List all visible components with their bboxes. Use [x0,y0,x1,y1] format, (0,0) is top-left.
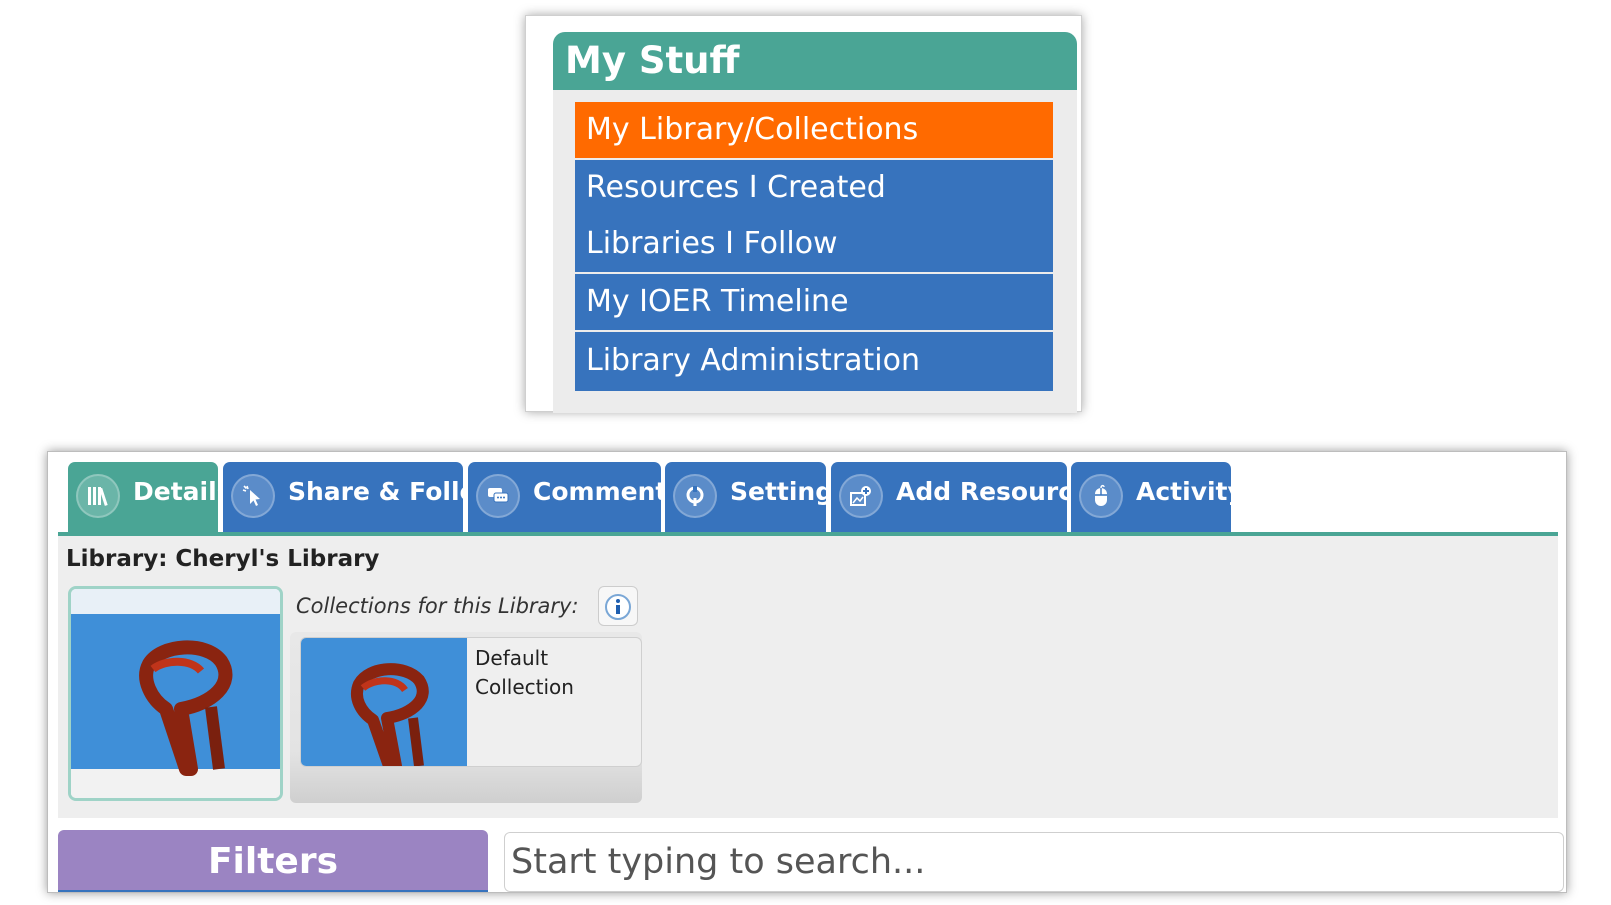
my-stuff-box: My Stuff My Library/Collections Resource… [553,32,1077,413]
tab-settings[interactable]: Settings [665,462,848,532]
menu-group-library: My Library/Collections [575,102,1053,158]
collection-image [301,638,467,766]
info-icon [605,594,631,620]
tab-bar: Details Share & Follow Comments Settings [68,462,1548,532]
filters-button[interactable]: Filters [58,830,488,892]
menu-group-resources: Resources I Created Libraries I Follow [575,160,1053,272]
comment-bubbles-icon [476,474,520,518]
tab-details-label: Details [133,477,232,506]
collections-label: Collections for this Library: [296,594,579,618]
library-panel: Details Share & Follow Comments Settings [47,451,1567,893]
my-stuff-menu: My Library/Collections Resources I Creat… [575,102,1053,393]
tab-activity[interactable]: Activity [1071,462,1244,532]
menu-item-my-library-collections[interactable]: My Library/Collections [575,102,1053,158]
library-title: Library: Cheryl's Library [66,546,380,572]
mouse-icon [1079,474,1123,518]
tab-comments-label: Comments [533,477,683,506]
menu-group-timeline: My IOER Timeline [575,274,1053,330]
tab-activity-label: Activity [1136,477,1244,506]
menu-item-resources-i-created[interactable]: Resources I Created [575,160,1053,216]
library-details: Library: Cheryl's Library Collections fo… [58,536,1558,818]
collections-area: Default Collection [290,632,642,803]
library-books-icon [76,474,120,518]
menu-group-admin: Library Administration [575,332,1053,391]
tab-details[interactable]: Details [68,462,232,532]
tab-share-follow[interactable]: Share & Follow [223,462,500,532]
search-input[interactable] [504,832,1564,892]
menu-item-libraries-i-follow[interactable]: Libraries I Follow [575,216,1053,272]
menu-item-library-administration[interactable]: Library Administration [575,332,1053,391]
my-stuff-panel: My Stuff My Library/Collections Resource… [525,15,1082,413]
library-image[interactable] [68,586,283,801]
add-resources-icon [839,474,883,518]
menu-item-my-ioer-timeline[interactable]: My IOER Timeline [575,274,1053,330]
info-button[interactable] [598,586,638,626]
my-stuff-title: My Stuff [553,32,1077,90]
collection-card[interactable]: Default Collection [300,637,642,767]
tab-comments[interactable]: Comments [468,462,682,532]
sculpture-image [71,589,280,798]
tab-add-resources[interactable]: Add Resources [831,462,1105,532]
settings-wrench-icon [673,474,717,518]
collection-name: Default Collection [475,646,574,699]
cursor-click-icon [231,474,275,518]
